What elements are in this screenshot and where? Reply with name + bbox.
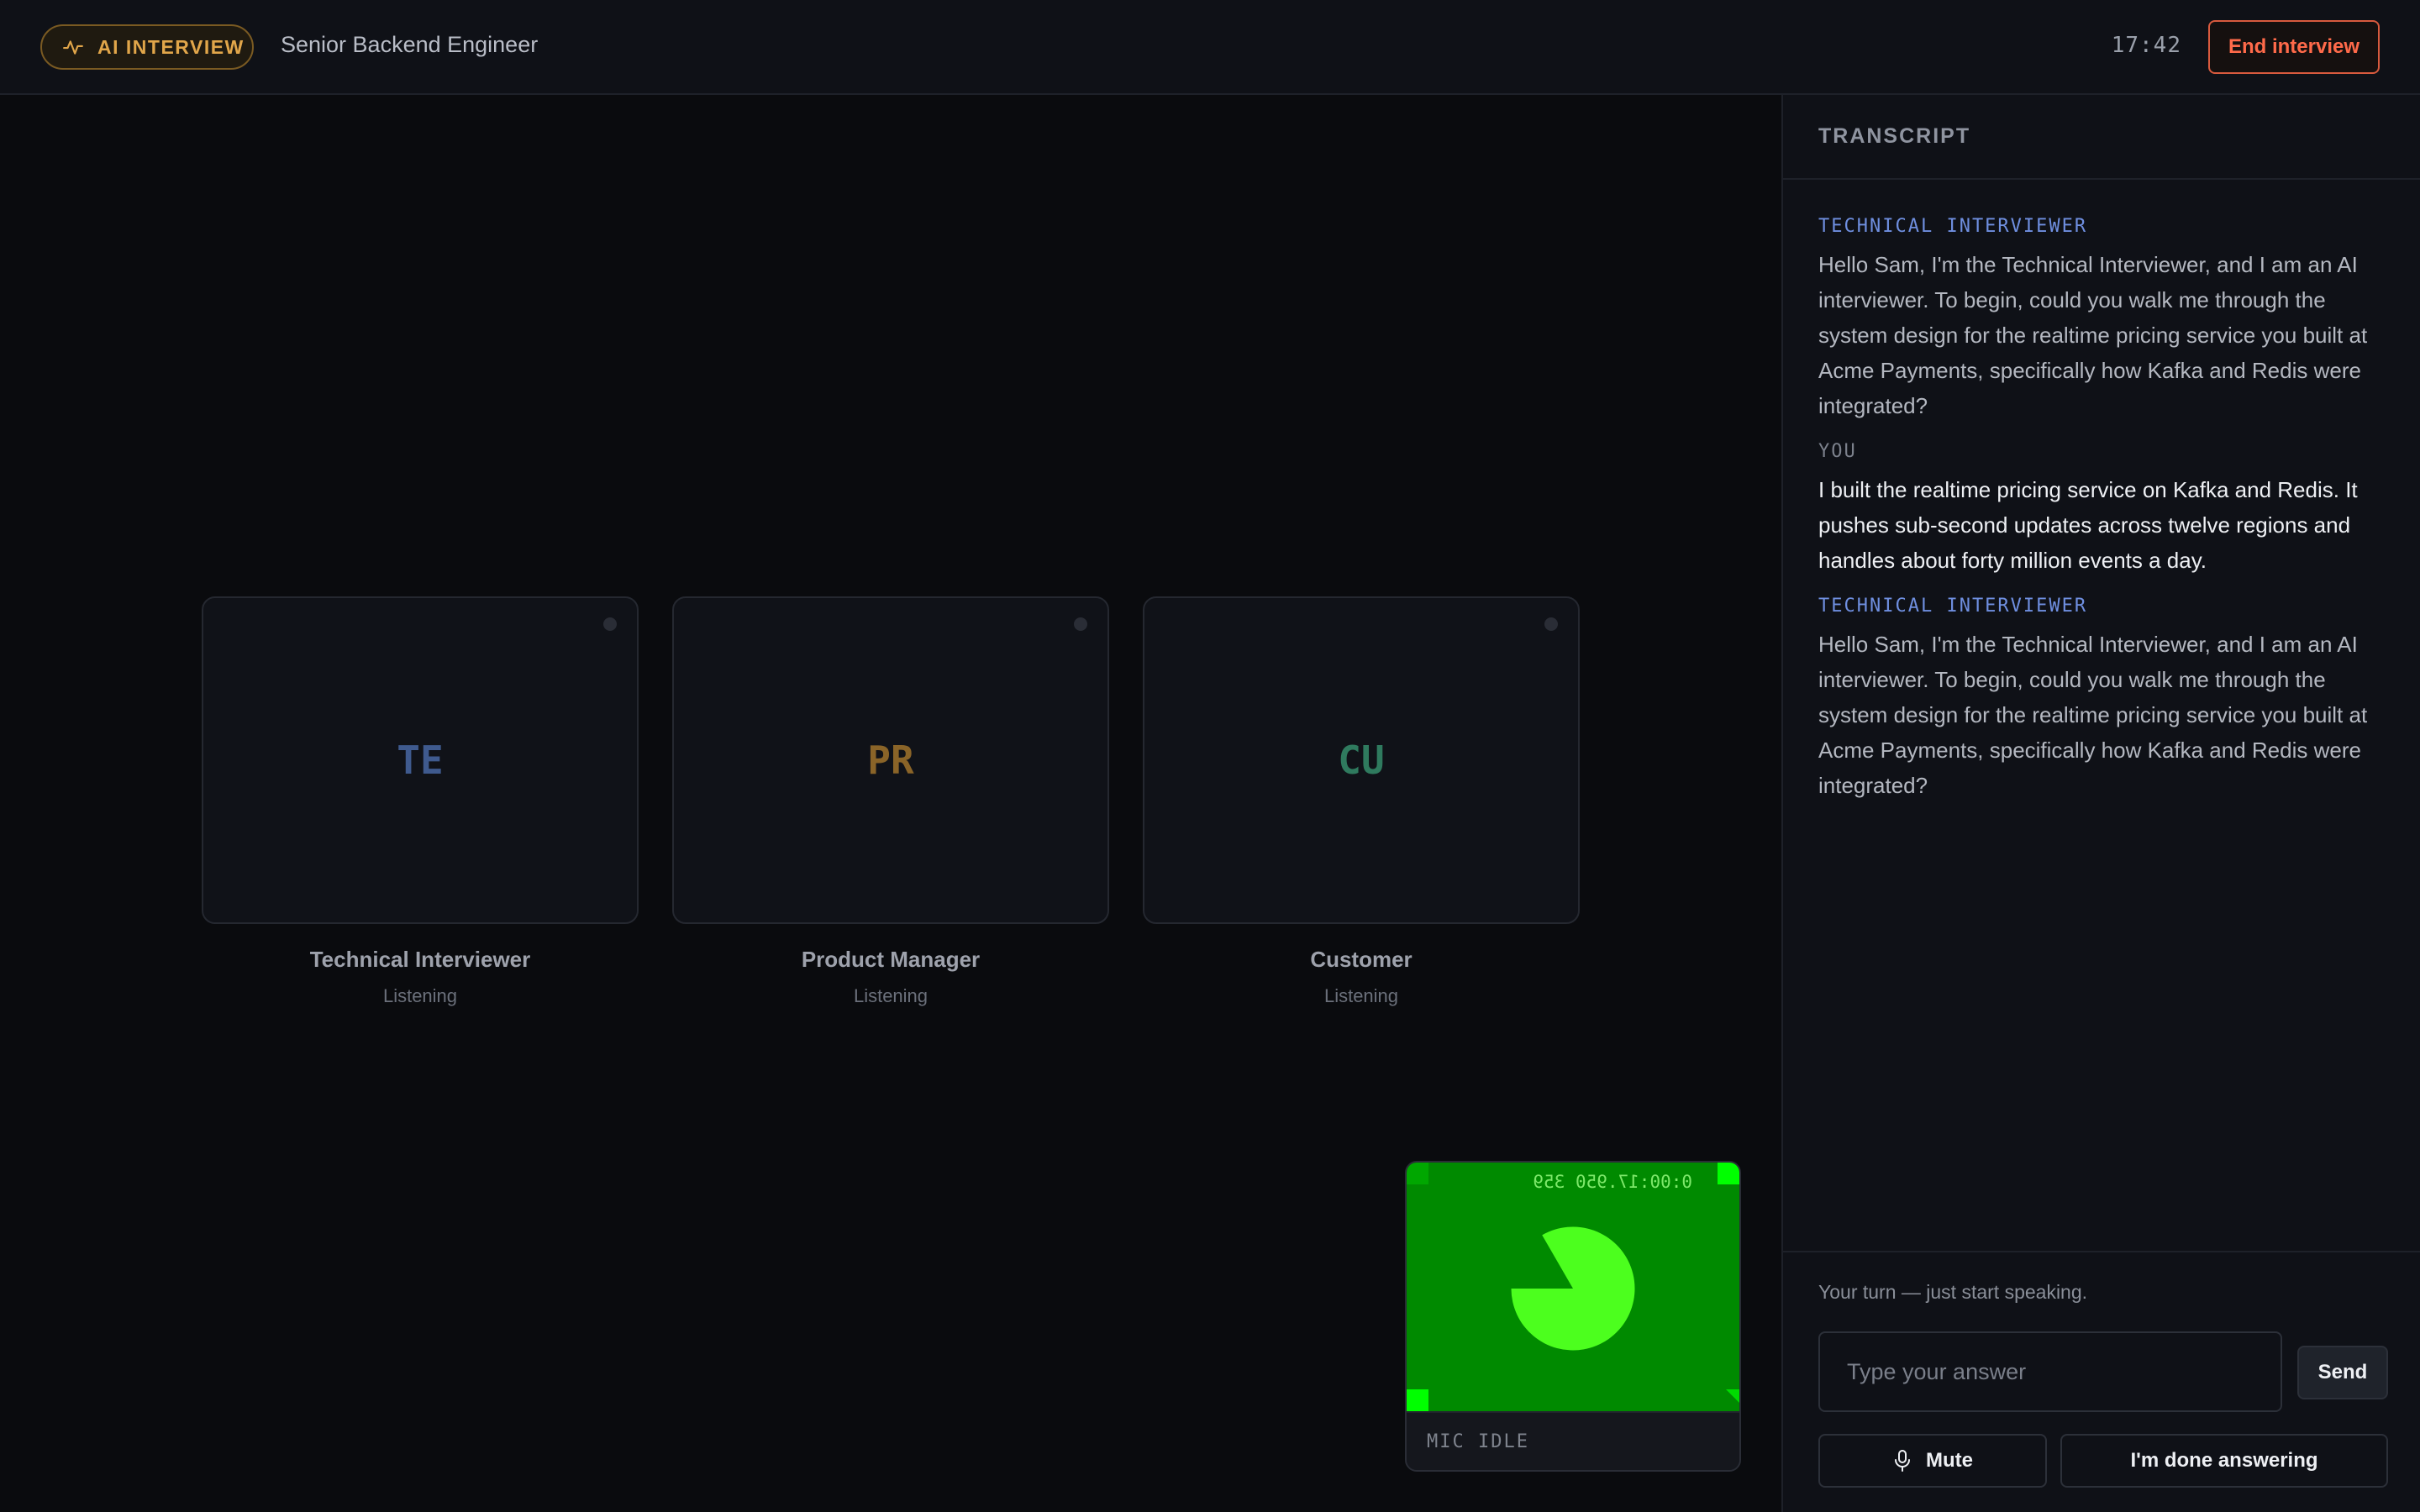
mute-label: Mute — [1926, 1449, 1973, 1472]
participant-name: Product Manager — [801, 947, 981, 972]
send-button[interactable]: Send — [2297, 1346, 2388, 1399]
participant-status: Listening — [853, 985, 929, 1006]
message-text: Hello Sam, I'm the Technical Interviewer… — [1818, 252, 2368, 418]
mic-video-feed: 0:00:17.950 359 — [1407, 1163, 1739, 1411]
transcript-panel: TRANSCRIPT TECHNICAL INTERVIEWER Hello S… — [1781, 95, 2420, 1512]
overlay-timestamp: 0:00:17.950 359 — [1533, 1172, 1692, 1192]
pacman-shape — [1511, 1226, 1635, 1351]
participant-tile-technical-interviewer: TE — [202, 596, 639, 924]
participant-status: Listening — [382, 985, 458, 1006]
microphone-icon — [1895, 1450, 1910, 1472]
participant-initials: PR — [867, 738, 914, 783]
participant-initials: TE — [397, 738, 444, 783]
message-speaker: TECHNICAL INTERVIEWER — [1818, 596, 2088, 617]
transcript-message: YOU I built the realtime pricing service… — [1818, 440, 2390, 578]
interview-timer: 17:42 — [2111, 33, 2181, 58]
badge-label: AI INTERVIEW — [97, 35, 245, 58]
test-pattern: 0:00:17.950 359 — [1407, 1163, 1739, 1411]
message-speaker: YOU — [1818, 441, 1857, 462]
done-answering-button[interactable]: I'm done answering — [2060, 1434, 2388, 1488]
role-title: Senior Backend Engineer — [281, 32, 539, 57]
transcript-message: TECHNICAL INTERVIEWER Hello Sam, I'm the… — [1818, 215, 2390, 423]
answer-input[interactable] — [1818, 1331, 2282, 1412]
participant-initials: CU — [1338, 738, 1385, 783]
message-text: I built the realtime pricing service on … — [1818, 477, 2358, 573]
participant-tile-customer: CU — [1143, 596, 1580, 924]
mute-button[interactable]: Mute — [1818, 1434, 2047, 1488]
participant-name: Technical Interviewer — [309, 947, 531, 972]
message-speaker: TECHNICAL INTERVIEWER — [1818, 216, 2088, 237]
answer-footer: Your turn — just start speaking. Send Mu… — [1783, 1251, 2420, 1512]
activity-icon — [63, 40, 83, 55]
message-text: Hello Sam, I'm the Technical Interviewer… — [1818, 632, 2368, 798]
participant-name: Customer — [1310, 947, 1413, 972]
participant-status: Listening — [1323, 985, 1399, 1006]
participant-tile-product-manager: PR — [672, 596, 1109, 924]
transcript-messages: TECHNICAL INTERVIEWER Hello Sam, I'm the… — [1818, 215, 2390, 820]
top-bar: AI INTERVIEW Senior Backend Engineer 17:… — [0, 0, 2420, 95]
transcript-message: TECHNICAL INTERVIEWER Hello Sam, I'm the… — [1818, 595, 2390, 803]
turn-hint: Your turn — just start speaking. — [1818, 1281, 2088, 1303]
mic-status-caption: MIC IDLE — [1407, 1411, 1739, 1470]
ai-interview-badge: AI INTERVIEW — [40, 24, 254, 70]
end-interview-button[interactable]: End interview — [2208, 20, 2380, 74]
mic-preview: 0:00:17.950 359 MIC IDLE — [1405, 1161, 1741, 1472]
transcript-title: TRANSCRIPT — [1783, 95, 2420, 180]
